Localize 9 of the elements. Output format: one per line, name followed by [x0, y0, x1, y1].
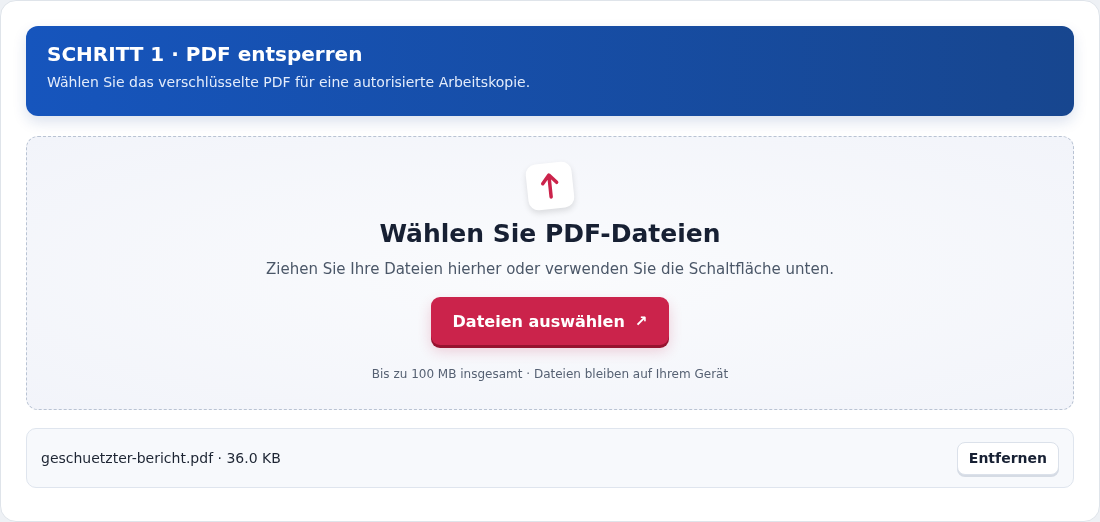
file-name: geschuetzter-bericht.pdf · 36.0 KB	[41, 450, 281, 466]
step-subtitle: Wählen Sie das verschlüsselte PDF für eine autorisierte Arbeitskopie.	[47, 74, 532, 90]
choose-files-button[interactable]: Dateien auswählen ↗	[430, 297, 670, 345]
step-title: SCHRITT 1 · PDF entsperren	[47, 42, 364, 66]
size-note: Bis zu 100 MB insgesamt · Dateien bleiben auf Ihrem Gerät	[371, 367, 729, 381]
dropzone-title: Wählen Sie PDF-Dateien	[379, 219, 721, 248]
dropzone-hint: Ziehen Sie Ihre Dateien hierher oder verwenden Sie die Schaltfläche unten.	[266, 260, 834, 278]
remove-button[interactable]: Entfernen	[956, 441, 1059, 475]
drop-zone[interactable]: Wählen Sie PDF-Dateien Ziehen Sie Ihre Dateien hierher oder verwenden Sie die Schaltfläche unten. Dateien auswählen ↗ Bis zu 100 MB insgesamt · Dateien bleiben auf Ihrem Gerät	[26, 136, 1074, 410]
